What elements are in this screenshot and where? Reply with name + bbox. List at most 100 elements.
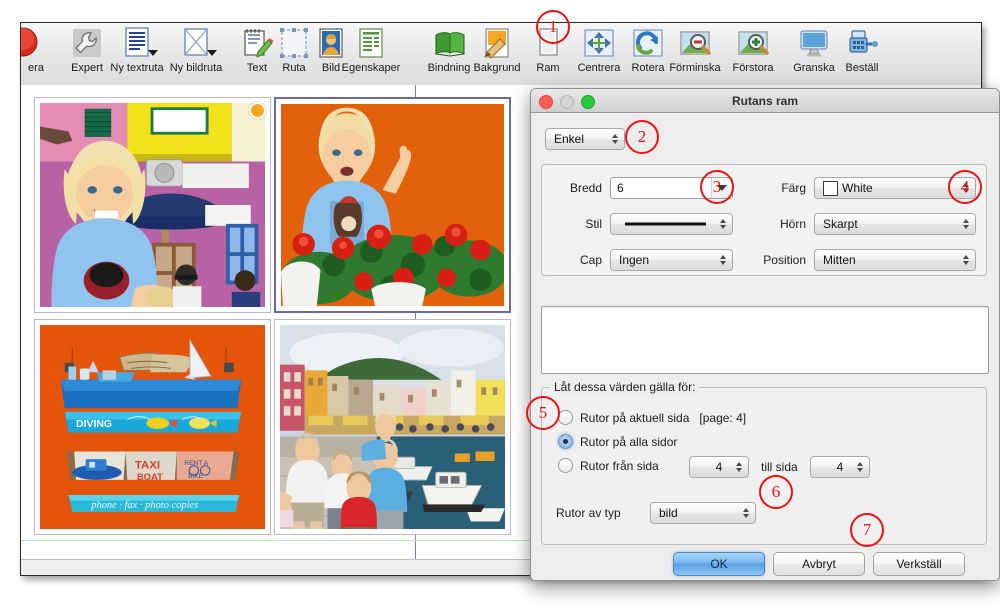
box-type-select[interactable]: bild [650, 502, 756, 524]
monitor-preview-icon [797, 26, 831, 60]
bredd-value: 6 [617, 181, 624, 195]
toolbar-item-egenskaper[interactable]: Egenskaper [338, 26, 404, 74]
radio-label: Rutor från sida [580, 458, 659, 473]
from-page-stepper[interactable]: 4 [689, 456, 749, 478]
updown-arrows-icon [612, 134, 618, 144]
properties-list-icon [354, 26, 388, 60]
annotation-number: 6 [771, 482, 781, 501]
annotation-number: 1 [548, 17, 558, 36]
svg-text:DIVING: DIVING [76, 419, 112, 430]
bredd-label: Bredd [569, 181, 602, 195]
toolbar-item-ny-textruta[interactable]: Ny textruta [104, 26, 170, 74]
toolbar-label: era [28, 62, 44, 74]
radio-indicator[interactable] [558, 458, 573, 473]
ok-button[interactable]: OK [673, 552, 765, 576]
horn-select[interactable]: Skarpt [814, 213, 976, 235]
radio-indicator[interactable] [558, 434, 573, 449]
photo-frame-4[interactable] [274, 319, 511, 535]
updown-arrows-icon [720, 255, 726, 265]
chevron-down-icon[interactable] [148, 50, 158, 56]
text-box-icon [120, 26, 158, 60]
solid-line-preview [625, 222, 706, 226]
apply-button[interactable]: Verkställ [873, 552, 965, 576]
partial-red-circle-icon [21, 26, 53, 60]
svg-text:phone · fax · photo copies: phone · fax · photo copies [90, 500, 198, 511]
to-page-stepper[interactable]: 4 [810, 456, 870, 478]
close-button[interactable] [539, 95, 553, 109]
svg-text:BOAT: BOAT [137, 472, 163, 483]
stil-select[interactable] [610, 213, 733, 235]
frame-properties-group: Bredd 6 Stil Cap Ingen Färg White Hörn S… [541, 164, 987, 276]
cancel-button[interactable]: Avbryt [773, 552, 865, 576]
photo-frame-2[interactable] [274, 97, 511, 313]
photo-boy-pink-yellow-house [40, 103, 265, 307]
chevron-down-icon[interactable] [207, 50, 217, 56]
green-book-icon [432, 26, 466, 60]
zoom-button[interactable] [581, 95, 595, 109]
radio-label: Rutor på aktuell sida [580, 410, 690, 425]
annotation-number: 4 [960, 177, 970, 196]
annotation-2: 2 [625, 120, 659, 154]
current-page-indicator: [page: 4] [699, 410, 747, 425]
paint-brush-icon [480, 26, 514, 60]
updown-arrows-icon [743, 508, 749, 518]
radio-indicator[interactable] [558, 410, 573, 425]
photo-harbour-family [280, 325, 505, 529]
toolbar-item-bestall[interactable]: Beställ [829, 26, 895, 74]
wrench-icon [70, 26, 104, 60]
cash-register-order-icon [845, 26, 879, 60]
ok-button-label: OK [710, 557, 728, 571]
annotation-7: 7 [850, 513, 884, 547]
horn-label: Hörn [779, 217, 806, 231]
resize-handle-top-right[interactable] [249, 102, 266, 119]
annotation-1: 1 [536, 10, 570, 44]
photo-boy-orange-wall-flowers [281, 104, 504, 306]
updown-arrows-icon [720, 219, 726, 229]
toolbar-item-forstora[interactable]: Förstora [720, 26, 786, 74]
position-label: Position [763, 253, 806, 267]
box-type-value: bild [659, 506, 678, 520]
position-value: Mitten [823, 253, 856, 267]
from-page-value: 4 [715, 460, 723, 474]
center-arrows-icon [582, 26, 616, 60]
radio-label: Rutor på alla sidor [580, 434, 678, 449]
radio-current-page[interactable]: Rutor på aktuell sida [page: 4] [558, 410, 746, 425]
toolbar-label: Egenskaper [341, 62, 401, 74]
zoom-in-icon [736, 26, 770, 60]
radio-all-pages[interactable]: Rutor på alla sidor [558, 434, 677, 449]
toolbar-label: Förstora [732, 62, 774, 74]
updown-arrows-icon[interactable] [736, 462, 742, 472]
photo-driftwood-signs: DIVING TAXI BOAT RENT A BIKE phone · fax… [40, 325, 265, 529]
photo-frame-1[interactable] [34, 97, 271, 313]
farg-label: Färg [781, 181, 806, 195]
dialog-titlebar[interactable]: Rutans ram [531, 89, 999, 113]
toolbar-label: Ram [536, 62, 560, 74]
frame-type-select[interactable]: Enkel [545, 128, 625, 150]
updown-arrows-icon[interactable] [857, 462, 863, 472]
cap-select[interactable]: Ingen [610, 249, 733, 271]
screenshot-root: era Expert Ny textruta Ny bildruta Text … [0, 0, 1000, 614]
toolbar-label: Centrera [577, 62, 621, 74]
toolbar-label: Ny bildruta [169, 62, 223, 74]
minimize-button[interactable] [560, 95, 574, 109]
annotation-number: 3 [712, 177, 722, 196]
toolbar-item-ny-bildruta[interactable]: Ny bildruta [163, 26, 229, 74]
frame-settings-dialog: Rutans ram Enkel Bredd 6 Stil Cap Ingen … [530, 88, 1000, 581]
rutor-av-typ-label: Rutor av typ [556, 506, 621, 520]
toolbar-label: Expert [71, 62, 103, 74]
radio-page-range[interactable]: Rutor från sida [558, 458, 659, 473]
annotation-5: 5 [526, 396, 560, 430]
toolbar-label: Ny textruta [110, 62, 164, 74]
photo-frame-3[interactable]: DIVING TAXI BOAT RENT A BIKE phone · fax… [34, 319, 271, 535]
dialog-body: Enkel Bredd 6 Stil Cap Ingen Färg White … [531, 112, 999, 580]
dialog-title: Rutans ram [731, 93, 799, 108]
position-select[interactable]: Mitten [814, 249, 976, 271]
svg-text:TAXI: TAXI [135, 460, 160, 472]
cap-label: Cap [579, 253, 602, 267]
annotation-6: 6 [759, 475, 793, 509]
toolbar-item-forminska[interactable]: Förminska [662, 26, 728, 74]
till-sida-label: till sida [761, 460, 798, 474]
frame-preview [541, 306, 989, 374]
annotation-number: 2 [637, 127, 647, 146]
window-controls [539, 95, 595, 109]
